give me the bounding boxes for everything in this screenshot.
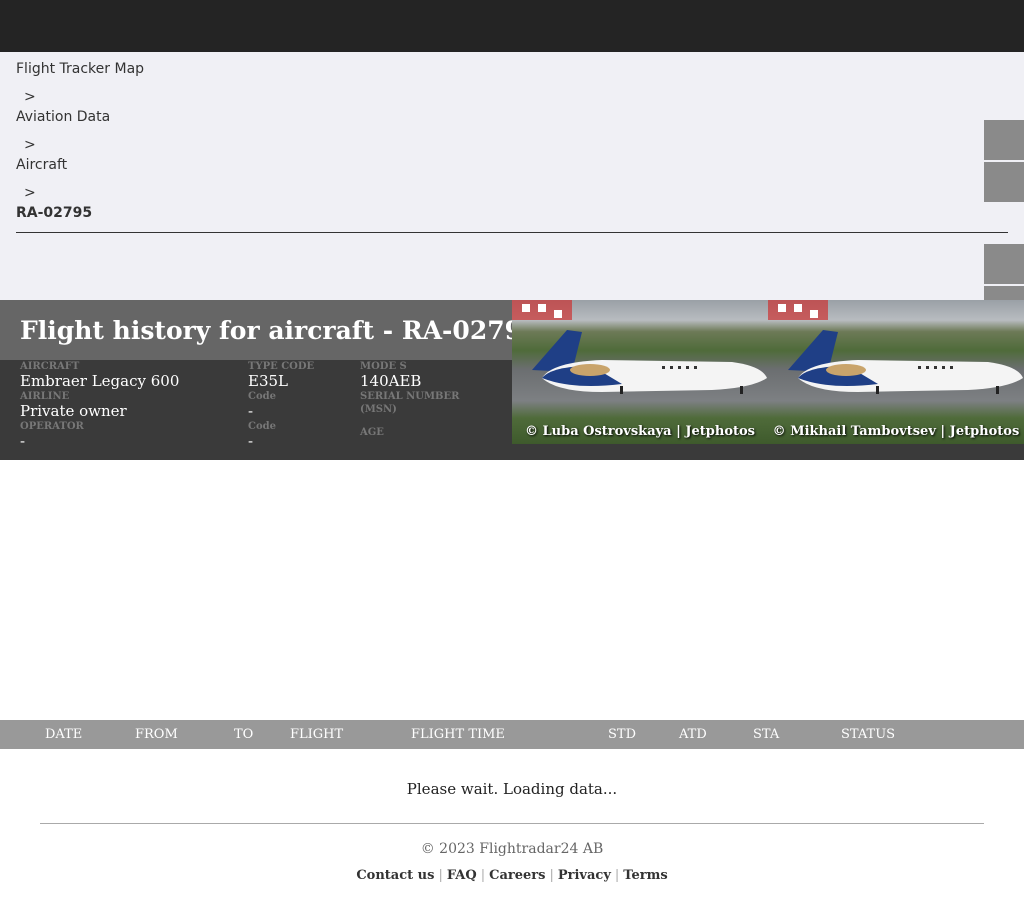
airline-code-value: - [248,402,254,420]
top-navigation-bar [0,0,1024,52]
side-action-button-1[interactable] [984,120,1024,160]
side-action-button-2[interactable] [984,162,1024,202]
footer-link-careers[interactable]: Careers [489,868,545,883]
aircraft-photo-image [512,300,767,394]
operator-value: - [20,432,26,450]
footer-link-separator: | [438,868,443,883]
type-code-value: E35L [248,372,288,390]
footer-link-separator: | [614,868,620,883]
breadcrumb-aviation-data[interactable]: Aviation Data [16,109,110,125]
mode-s-value: 140AEB [360,372,422,390]
airline-value: Private owner [20,402,127,420]
age-label: AGE [360,427,384,438]
footer-link-terms[interactable]: Terms [623,868,667,883]
breadcrumb-separator: > [24,185,36,201]
side-action-button-3[interactable] [984,244,1024,284]
page-title: Flight history for aircraft - RA-02795 [20,316,540,345]
column-header-atd[interactable]: ATD [679,727,707,742]
breadcrumb-separator: > [24,89,36,105]
column-header-std[interactable]: STD [608,727,636,742]
breadcrumb-separator: > [24,137,36,153]
footer-link-privacy[interactable]: Privacy [558,868,611,883]
column-header-sta[interactable]: STA [753,727,779,742]
breadcrumb-divider [16,232,1008,233]
aircraft-value: Embraer Legacy 600 [20,372,180,390]
title-band: Flight history for aircraft - RA-02795 [0,300,539,360]
photo-credit-1[interactable]: © Luba Ostrovskaya | Jetphotos [512,424,768,439]
column-header-date[interactable]: DATE [45,727,82,742]
aircraft-info-panel: Flight history for aircraft - RA-02795 A… [0,300,1024,460]
aircraft-photo-1[interactable]: © Luba Ostrovskaya | Jetphotos [512,300,768,444]
serial-number-label: SERIAL NUMBER (MSN) [360,391,460,415]
column-header-flight-time[interactable]: FLIGHT TIME [411,727,505,742]
operator-code-value: - [248,432,254,450]
footer-links: Contact us | FAQ | Careers | Privacy | Terms [0,868,1024,883]
aircraft-photo-image [768,300,1023,394]
photo-credit-2[interactable]: © Mikhail Tambovtsev | Jetphotos [768,424,1024,439]
column-header-flight[interactable]: FLIGHT [290,727,343,742]
footer-link-contact[interactable]: Contact us [356,868,434,883]
footer-divider [40,823,984,824]
breadcrumb-aircraft[interactable]: Aircraft [16,157,67,173]
column-header-from[interactable]: FROM [135,727,178,742]
loading-message: Please wait. Loading data... [406,780,618,798]
column-header-to[interactable]: TO [234,727,253,742]
aircraft-photo-2[interactable]: © Mikhail Tambovtsev | Jetphotos [768,300,1024,444]
operator-label: OPERATOR [20,421,84,432]
breadcrumb-current-registration: RA-02795 [16,205,93,221]
column-header-status[interactable]: STATUS [841,727,895,742]
footer-copyright: © 2023 Flightradar24 AB [420,841,604,857]
flight-history-table-header: DATE FROM TO FLIGHT FLIGHT TIME STD ATD … [0,720,1024,749]
footer-link-separator: | [549,868,554,883]
breadcrumb: Flight Tracker Map > Aviation Data > Air… [0,52,1024,300]
footer-link-faq[interactable]: FAQ [447,868,477,883]
breadcrumb-flight-tracker-map[interactable]: Flight Tracker Map [16,61,144,77]
footer-link-separator: | [480,868,486,883]
